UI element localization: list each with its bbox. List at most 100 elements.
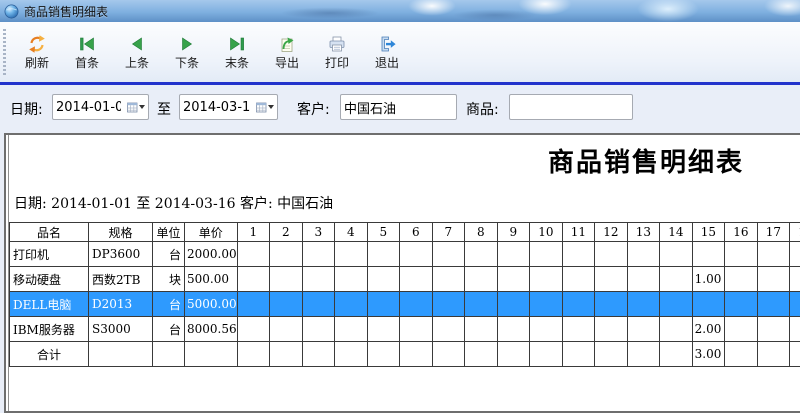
table-cell[interactable] xyxy=(185,342,238,367)
table-cell[interactable]: 500.00 xyxy=(185,267,238,292)
table-cell[interactable] xyxy=(530,342,563,367)
table-row[interactable]: 移动硬盘西数2TB块500.00 1.00 xyxy=(10,267,800,292)
table-cell[interactable]: 1.00 xyxy=(692,267,725,292)
table-cell[interactable]: DELL电脑 xyxy=(10,292,89,317)
table-cell[interactable]: 台 xyxy=(153,317,185,342)
table-cell[interactable] xyxy=(432,317,465,342)
table-cell[interactable] xyxy=(432,267,465,292)
table-cell[interactable] xyxy=(595,242,628,267)
table-cell[interactable] xyxy=(302,317,335,342)
table-cell[interactable] xyxy=(660,242,693,267)
table-cell[interactable]: S3000 xyxy=(89,317,153,342)
table-cell[interactable] xyxy=(497,242,530,267)
table-cell[interactable] xyxy=(270,342,303,367)
customer-input[interactable] xyxy=(341,95,456,119)
table-cell[interactable] xyxy=(465,342,498,367)
table-cell[interactable] xyxy=(660,342,693,367)
table-cell[interactable] xyxy=(335,267,368,292)
toolbar-button-print[interactable]: 打印 xyxy=(314,26,360,78)
table-row[interactable]: DELL电脑D2013台5000.00 xyxy=(10,292,800,317)
table-cell[interactable] xyxy=(497,292,530,317)
table-cell[interactable] xyxy=(725,267,758,292)
table-cell[interactable]: IBM服务器 xyxy=(10,317,89,342)
table-cell[interactable] xyxy=(335,242,368,267)
table-cell[interactable] xyxy=(562,317,595,342)
table-cell[interactable]: 西数2TB xyxy=(89,267,153,292)
date-from-input[interactable] xyxy=(53,95,124,119)
table-cell[interactable] xyxy=(153,342,185,367)
table-cell[interactable] xyxy=(790,267,800,292)
table-cell[interactable] xyxy=(757,267,790,292)
table-cell[interactable] xyxy=(302,292,335,317)
table-cell[interactable] xyxy=(270,317,303,342)
table-total-row[interactable]: 合计 3.00 xyxy=(10,342,800,367)
table-cell[interactable] xyxy=(367,267,400,292)
table-cell[interactable] xyxy=(725,317,758,342)
table-cell[interactable] xyxy=(692,292,725,317)
table-cell[interactable] xyxy=(432,242,465,267)
table-cell[interactable] xyxy=(237,267,270,292)
table-cell[interactable]: 打印机 xyxy=(10,242,89,267)
table-cell[interactable] xyxy=(270,292,303,317)
table-cell[interactable] xyxy=(595,342,628,367)
table-cell[interactable] xyxy=(757,292,790,317)
table-cell[interactable]: 块 xyxy=(153,267,185,292)
table-cell[interactable]: 移动硬盘 xyxy=(10,267,89,292)
table-cell[interactable] xyxy=(335,292,368,317)
table-cell[interactable] xyxy=(367,342,400,367)
table-cell[interactable] xyxy=(400,317,433,342)
table-cell[interactable] xyxy=(367,292,400,317)
table-cell[interactable] xyxy=(400,267,433,292)
table-cell[interactable]: 3.00 xyxy=(692,342,725,367)
toolbar-button-next[interactable]: 下条 xyxy=(164,26,210,78)
table-cell[interactable] xyxy=(725,342,758,367)
table-cell[interactable] xyxy=(562,292,595,317)
table-cell[interactable] xyxy=(530,242,563,267)
table-cell[interactable] xyxy=(465,242,498,267)
table-cell[interactable] xyxy=(757,342,790,367)
table-cell[interactable]: 5000.00 xyxy=(185,292,238,317)
table-cell[interactable] xyxy=(562,342,595,367)
table-cell[interactable]: D2013 xyxy=(89,292,153,317)
table-cell[interactable] xyxy=(432,342,465,367)
table-cell[interactable] xyxy=(562,242,595,267)
table-cell[interactable] xyxy=(465,317,498,342)
table-cell[interactable] xyxy=(465,292,498,317)
table-cell[interactable] xyxy=(790,342,800,367)
table-cell[interactable] xyxy=(237,242,270,267)
table-cell[interactable] xyxy=(497,317,530,342)
date-to-input[interactable] xyxy=(180,95,253,119)
date-from-calendar-dropdown[interactable] xyxy=(124,95,148,119)
table-cell[interactable] xyxy=(595,292,628,317)
table-cell[interactable] xyxy=(302,267,335,292)
table-cell[interactable]: 8000.56 xyxy=(185,317,238,342)
table-cell[interactable] xyxy=(757,317,790,342)
table-cell[interactable] xyxy=(497,342,530,367)
table-cell[interactable] xyxy=(530,267,563,292)
table-cell[interactable] xyxy=(562,267,595,292)
table-cell[interactable] xyxy=(627,317,660,342)
table-cell[interactable] xyxy=(400,342,433,367)
table-cell[interactable] xyxy=(237,292,270,317)
table-cell[interactable] xyxy=(595,317,628,342)
table-cell[interactable] xyxy=(725,242,758,267)
table-cell[interactable] xyxy=(432,292,465,317)
date-to-calendar-dropdown[interactable] xyxy=(253,95,277,119)
table-cell[interactable] xyxy=(627,292,660,317)
table-row[interactable]: IBM服务器S3000台8000.562.00 xyxy=(10,317,800,342)
table-cell[interactable] xyxy=(302,242,335,267)
toolbar-button-refresh[interactable]: 刷新 xyxy=(14,26,60,78)
table-cell[interactable] xyxy=(400,292,433,317)
toolbar-button-first[interactable]: 首条 xyxy=(64,26,110,78)
table-cell[interactable] xyxy=(465,267,498,292)
table-cell[interactable] xyxy=(497,267,530,292)
table-cell[interactable] xyxy=(237,317,270,342)
table-cell[interactable] xyxy=(270,242,303,267)
table-cell[interactable] xyxy=(790,317,800,342)
table-cell[interactable] xyxy=(335,317,368,342)
table-cell[interactable]: 合计 xyxy=(10,342,89,367)
table-cell[interactable]: 台 xyxy=(153,242,185,267)
table-cell[interactable] xyxy=(595,267,628,292)
table-cell[interactable] xyxy=(627,267,660,292)
toolbar-button-last[interactable]: 末条 xyxy=(214,26,260,78)
